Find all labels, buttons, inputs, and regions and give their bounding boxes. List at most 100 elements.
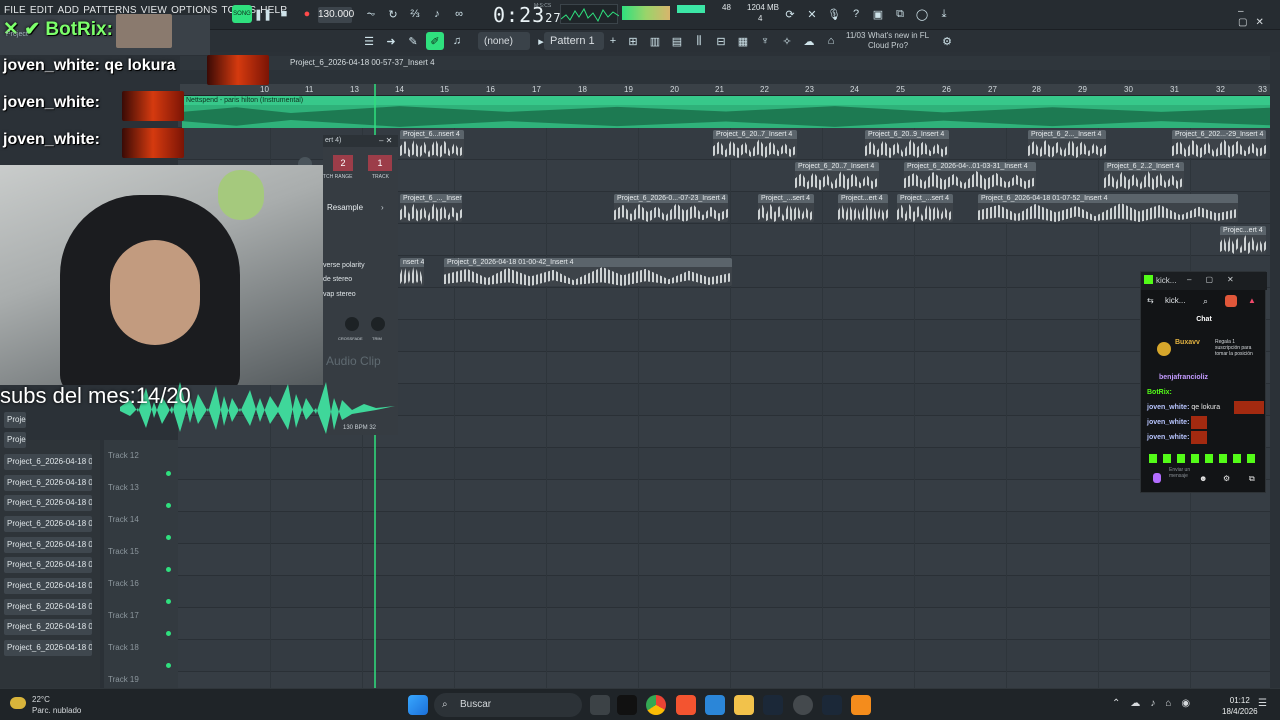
track-active-icon[interactable]	[166, 471, 171, 476]
track-label[interactable]: Track 19	[108, 675, 139, 684]
audio-clip[interactable]: Project_6_202...-29_Insert 4	[1172, 130, 1266, 158]
chevron-right-icon[interactable]: ›	[381, 203, 384, 212]
picker-item[interactable]: Project_6_2026-04-18 0...	[4, 454, 92, 470]
swap-stereo-option[interactable]: vap stereo	[323, 291, 356, 298]
picker-item[interactable]: Project_6_2026-04-18 0...	[4, 599, 92, 615]
audio-clip[interactable]: Project_6_20..7_Insert 4	[713, 130, 797, 158]
tempo-display[interactable]: 130.000	[318, 7, 354, 23]
window-controls[interactable]: –▢✕	[1238, 6, 1280, 28]
plug-icon[interactable]: ♆	[756, 32, 774, 50]
track-label[interactable]: Track 14	[108, 515, 139, 524]
track-label[interactable]: Track 12	[108, 451, 139, 460]
store-icon[interactable]	[705, 695, 725, 715]
playlist-view-icon[interactable]: ⊞	[624, 32, 642, 50]
audio-clip[interactable]: Projec...ert 4	[1220, 226, 1266, 254]
audio-clip[interactable]: nsert 4	[400, 258, 424, 286]
add-pattern-icon[interactable]: +	[604, 32, 622, 50]
chat-user[interactable]: joven_white:	[1147, 404, 1189, 411]
browser-icon[interactable]: ⊟	[712, 32, 730, 50]
emoji-icon[interactable]: ☻	[1199, 474, 1207, 483]
reverse-polarity-option[interactable]: verse polarity	[323, 262, 365, 269]
chat-user[interactable]: BotRix:	[1147, 389, 1172, 396]
arrow-icon[interactable]: ➜	[382, 32, 400, 50]
audio-clip[interactable]: Project_6...nsert 4	[400, 130, 464, 158]
notifications-icon[interactable]: ☰	[1258, 698, 1267, 709]
chat-user[interactable]: benjafrancioliz	[1159, 374, 1208, 381]
obs-icon[interactable]	[793, 695, 813, 715]
track-active-icon[interactable]	[166, 535, 171, 540]
chat-icon[interactable]: ◯	[913, 5, 931, 23]
pinned-user[interactable]: Buxavv	[1175, 339, 1200, 346]
search-icon[interactable]: ⌕	[1203, 296, 1208, 307]
audio-clip[interactable]: Project...ert 4	[838, 194, 888, 222]
record-button[interactable]: ●	[298, 5, 316, 23]
track-active-icon[interactable]	[166, 503, 171, 508]
tuner-icon[interactable]: ✧	[778, 32, 796, 50]
file-explorer-icon[interactable]	[734, 695, 754, 715]
audio-clip[interactable]: Project_6_2026-04-..01-03-31_Insert 4	[904, 162, 1036, 190]
channel-rack-icon[interactable]: ▥	[646, 32, 664, 50]
microphone-icon[interactable]: 🎙	[825, 5, 843, 23]
step-edit-icon[interactable]: ♪	[428, 5, 446, 23]
crossfade-knob[interactable]	[345, 317, 359, 331]
audio-clip[interactable]: Project_6_..._Insert 4	[400, 194, 462, 222]
wait-input-icon[interactable]: ↻	[384, 5, 402, 23]
trim-knob[interactable]	[371, 317, 385, 331]
share-icon[interactable]: ⇆	[1147, 296, 1154, 305]
picker-item[interactable]: Project_6_2026-04-18 0...	[4, 475, 92, 491]
track-label[interactable]: Track 16	[108, 579, 139, 588]
pattern-selector[interactable]: Pattern 1	[544, 32, 604, 50]
audio-clip[interactable]: Project_...sert 4	[897, 194, 953, 222]
audio-clip[interactable]: Project_...sert 4	[758, 194, 814, 222]
metronome-icon[interactable]: ⏦	[362, 5, 380, 23]
settings-icon[interactable]: ⚙	[1223, 474, 1230, 483]
audio-clip[interactable]: Project_6_20..7_Insert 4	[795, 162, 879, 190]
cloud-icon[interactable]: ☁	[800, 32, 818, 50]
news-text[interactable]: What's new in FL Cloud Pro?	[868, 31, 934, 51]
shop-icon[interactable]: ⌂	[822, 32, 840, 50]
brave-shield-icon[interactable]	[1225, 295, 1237, 307]
brave-icon[interactable]	[676, 695, 696, 715]
audio-clip-instrumental[interactable]: Nettspend - paris hilton (Instrumental)	[182, 96, 1270, 128]
steam-icon[interactable]	[763, 695, 783, 715]
picker-item[interactable]: Project_6_2026-04-18 0...	[4, 578, 92, 594]
refresh-icon[interactable]: ⟳	[781, 5, 799, 23]
chat-input[interactable]: Enviar un mensaje	[1169, 467, 1195, 479]
task-view-icon[interactable]	[590, 695, 610, 715]
steam-alt-icon[interactable]	[822, 695, 842, 715]
timeline-ruler[interactable]: 10 11 13 14 15 16 17 18 19 20 21 22 23 2…	[180, 84, 1270, 96]
range-value[interactable]: 2	[333, 155, 353, 171]
track-label[interactable]: Track 13	[108, 483, 139, 492]
stop-button[interactable]: ■	[275, 5, 293, 23]
track-label[interactable]: Track 18	[108, 643, 139, 652]
track-value[interactable]: 1	[368, 155, 392, 171]
track-active-icon[interactable]	[166, 599, 171, 604]
chat-user[interactable]: joven_white:	[1147, 419, 1189, 426]
picker-item[interactable]: Proje	[4, 412, 26, 428]
mixer-view-icon[interactable]: ⫼	[690, 32, 708, 50]
playlist-icon[interactable]: ☰	[360, 32, 378, 50]
countdown-icon[interactable]: ⅔	[406, 5, 424, 23]
weather-icon[interactable]	[10, 697, 26, 709]
play-button[interactable]: ❚❚	[254, 5, 272, 23]
audio-clip[interactable]: Project_6_20..9_Insert 4	[865, 130, 949, 158]
address-bar[interactable]: kick...	[1165, 296, 1185, 305]
track-active-icon[interactable]	[166, 567, 171, 572]
paint-icon[interactable]: ✐	[426, 32, 444, 50]
windows-start-icon[interactable]	[408, 695, 428, 715]
emote-bar[interactable]	[1149, 454, 1261, 463]
popout-icon[interactable]: ⧉	[1249, 474, 1255, 484]
bell-icon[interactable]: ♫	[448, 32, 466, 50]
track-label[interactable]: Track 15	[108, 547, 139, 556]
snap-selector[interactable]: (none)	[478, 32, 530, 50]
audio-clip[interactable]: Project_6_2..._Insert 4	[1028, 130, 1106, 158]
rewards-icon[interactable]: ▲	[1248, 296, 1256, 305]
audio-clip[interactable]: Project_6_2026-04-18 01-00-42_Insert 4	[444, 258, 732, 286]
audio-clip[interactable]: Project_6_2..2_Insert 4	[1104, 162, 1184, 190]
picker-item[interactable]: Project_6_2026-04-18 0...	[4, 495, 92, 511]
mode-stereo-option[interactable]: de stereo	[323, 276, 352, 283]
mic-icon[interactable]	[1153, 473, 1161, 483]
piano-roll-icon[interactable]: ▤	[668, 32, 686, 50]
track-active-icon[interactable]	[166, 663, 171, 668]
track-active-icon[interactable]	[166, 631, 171, 636]
